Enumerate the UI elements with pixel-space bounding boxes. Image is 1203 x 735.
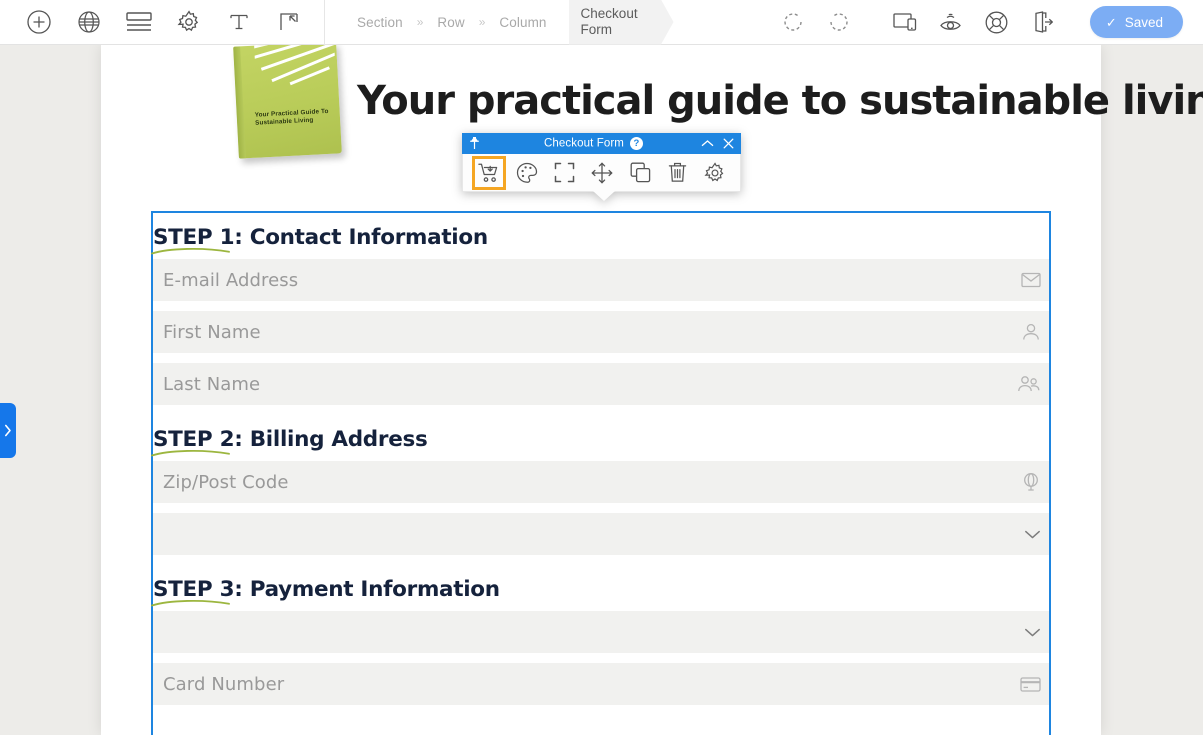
chevron-down-icon <box>1024 529 1041 540</box>
exit-button[interactable] <box>1020 0 1066 44</box>
chevron-right-icon <box>4 424 12 437</box>
module-floating-toolbar: Checkout Form? <box>462 133 741 201</box>
module-toolbar-title: Checkout Form? <box>480 137 701 150</box>
book-cover: Your Practical Guide To Sustainable Livi… <box>233 45 342 159</box>
breadcrumb: Section » Row » Column Checkout Form <box>325 0 674 45</box>
toolbar-pointer-arrow <box>593 191 615 201</box>
delete-button[interactable] <box>662 157 694 189</box>
cart-settings-button[interactable] <box>471 155 506 190</box>
lifebuoy-icon <box>984 10 1009 35</box>
page-title: Your practical guide to sustainable livi… <box>357 78 1203 124</box>
heading-underline-swoosh <box>151 449 230 457</box>
breadcrumb-separator: » <box>416 15 424 29</box>
editor-stage: Your Practical Guide To Sustainable Livi… <box>0 45 1203 735</box>
move-button[interactable] <box>586 157 618 189</box>
users-icon <box>1017 375 1041 393</box>
global-settings-button[interactable] <box>64 0 114 44</box>
breadcrumb-item-checkout-form[interactable]: Checkout Form <box>568 0 674 45</box>
module-toolbar-header: Checkout Form? <box>462 133 741 154</box>
email-field-placeholder: E-mail Address <box>163 269 299 291</box>
rows-icon <box>126 11 152 33</box>
credit-card-icon <box>1020 676 1041 692</box>
breadcrumb-separator: » <box>478 15 486 29</box>
breadcrumb-active-label: Checkout Form <box>580 6 638 37</box>
first-name-field-placeholder: First Name <box>163 321 261 343</box>
heading-underline-swoosh <box>151 247 230 255</box>
checkout-form-body: STEP 1: Contact Information E-mail Addre… <box>151 213 1049 705</box>
preview-button[interactable] <box>928 0 974 44</box>
zip-field-placeholder: Zip/Post Code <box>163 471 289 493</box>
help-button[interactable] <box>974 0 1020 44</box>
book-spine <box>233 46 246 159</box>
breadcrumb-item-column[interactable]: Column <box>489 15 556 30</box>
snippets-button[interactable] <box>264 0 314 44</box>
envelope-icon <box>1021 272 1041 288</box>
layout-button[interactable] <box>114 0 164 44</box>
style-button[interactable] <box>511 157 543 189</box>
step-1-heading: STEP 1: Contact Information <box>151 213 1049 259</box>
globe-location-icon <box>1021 472 1041 492</box>
saved-label: Saved <box>1124 14 1163 30</box>
help-icon[interactable]: ? <box>629 137 643 150</box>
last-name-field-placeholder: Last Name <box>163 373 261 395</box>
chevron-down-icon <box>1024 627 1041 638</box>
saved-button[interactable]: ✓ Saved <box>1089 6 1183 38</box>
heading-underline-swoosh <box>151 599 230 607</box>
top-toolbar: Section » Row » Column Checkout Form ✓ S… <box>0 0 1203 45</box>
redo-icon <box>827 10 851 34</box>
book-cover-title: Your Practical Guide To Sustainable Livi… <box>254 107 329 128</box>
settings-button[interactable] <box>699 157 731 189</box>
breadcrumb-item-section[interactable]: Section <box>347 15 413 30</box>
pin-icon[interactable] <box>469 137 480 150</box>
page-canvas: Your Practical Guide To Sustainable Livi… <box>101 45 1203 735</box>
globe-icon <box>77 10 101 34</box>
fullwidth-button[interactable] <box>549 157 581 189</box>
user-icon <box>1021 323 1041 341</box>
last-name-field[interactable]: Last Name <box>153 363 1049 405</box>
checkout-form-module[interactable]: STEP 1: Contact Information E-mail Addre… <box>151 211 1051 735</box>
undo-button[interactable] <box>770 0 816 44</box>
eye-icon <box>938 10 964 34</box>
duplicate-button[interactable] <box>624 157 656 189</box>
open-panel-handle[interactable] <box>0 403 16 458</box>
top-toolbar-right-group: ✓ Saved <box>770 0 1203 44</box>
devices-icon <box>892 10 918 34</box>
check-icon: ✓ <box>1105 14 1117 30</box>
top-toolbar-left-group <box>0 0 314 44</box>
breadcrumb-item-row[interactable]: Row <box>427 15 474 30</box>
ebook-cover-image: Your Practical Guide To Sustainable Livi… <box>233 45 342 159</box>
plus-circle-icon <box>26 9 52 35</box>
frame-arrow-icon <box>277 10 301 34</box>
email-field[interactable]: E-mail Address <box>153 259 1049 301</box>
module-toolbar-title-text: Checkout Form <box>544 137 624 150</box>
module-toolbar-actions <box>462 154 741 192</box>
first-name-field[interactable]: First Name <box>153 311 1049 353</box>
typography-button[interactable] <box>214 0 264 44</box>
step-2-heading: STEP 2: Billing Address <box>151 415 1049 461</box>
zip-field[interactable]: Zip/Post Code <box>153 461 1049 503</box>
responsive-button[interactable] <box>882 0 928 44</box>
country-select[interactable] <box>153 513 1049 555</box>
redo-button[interactable] <box>816 0 862 44</box>
card-number-field-placeholder: Card Number <box>163 673 285 695</box>
tools-settings-button[interactable] <box>164 0 214 44</box>
undo-icon <box>781 10 805 34</box>
card-type-select[interactable] <box>153 611 1049 653</box>
text-T-icon <box>227 10 251 34</box>
collapse-icon[interactable] <box>701 139 714 148</box>
add-module-button[interactable] <box>14 0 64 44</box>
exit-door-icon <box>1031 10 1055 34</box>
step-3-heading: STEP 3: Payment Information <box>151 565 1049 611</box>
close-icon[interactable] <box>723 138 734 149</box>
book-graphic-lines <box>253 45 337 86</box>
card-number-field[interactable]: Card Number <box>153 663 1049 705</box>
gear-icon <box>177 10 201 34</box>
